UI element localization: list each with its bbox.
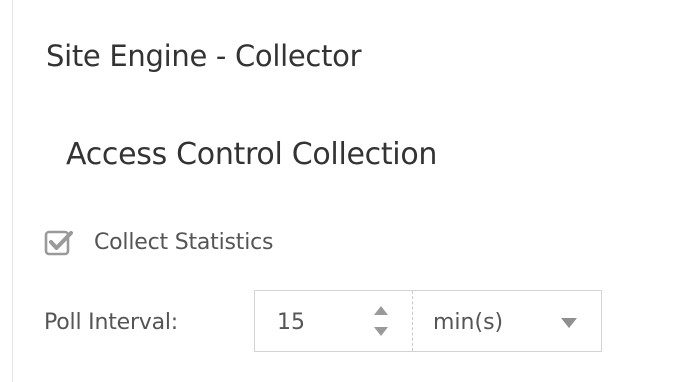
poll-interval-unit-select[interactable]: min(s) — [413, 291, 601, 351]
poll-interval-input[interactable]: 15 — [255, 291, 413, 351]
collect-statistics-label: Collect Statistics — [94, 229, 274, 255]
poll-interval-label: Poll Interval: — [44, 310, 179, 335]
checkbox-checked-icon[interactable] — [44, 227, 74, 257]
section-title: Access Control Collection — [66, 137, 438, 172]
caret-down-icon[interactable] — [559, 317, 579, 329]
panel-left-divider — [12, 0, 13, 382]
poll-interval-unit-value: min(s) — [433, 310, 504, 335]
collect-statistics-row[interactable]: Collect Statistics — [44, 224, 273, 260]
spinner-up-down-icon[interactable] — [370, 303, 392, 339]
poll-interval-value[interactable]: 15 — [277, 310, 305, 336]
panel-title: Site Engine - Collector — [46, 39, 362, 73]
poll-interval-control: 15 min(s) — [254, 290, 602, 352]
collector-panel: Site Engine - Collector Access Control C… — [0, 0, 688, 382]
